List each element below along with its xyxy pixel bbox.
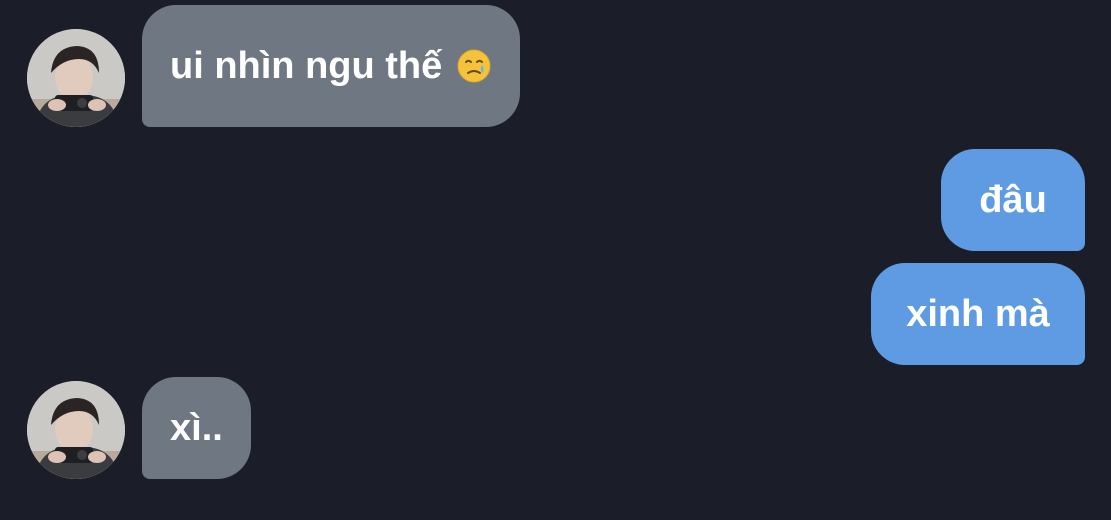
avatar-photo-icon	[27, 29, 125, 127]
message-text: xinh mà	[906, 293, 1050, 335]
contact-avatar[interactable]	[27, 29, 125, 127]
message-text: xì..	[170, 407, 223, 449]
outgoing-message-bubble[interactable]: đâu	[941, 149, 1085, 251]
incoming-message-bubble[interactable]: xì..	[142, 377, 251, 479]
message-text: ui nhìn ngu thế	[170, 45, 443, 87]
message-text: đâu	[979, 179, 1047, 221]
chat-thread: ui nhìn ngu thế đâu xinh mà xì..	[0, 0, 1111, 520]
smiling-face-with-tear-icon	[456, 48, 492, 84]
incoming-message-bubble[interactable]: ui nhìn ngu thế	[142, 5, 521, 127]
avatar-photo-icon	[27, 381, 125, 479]
outgoing-message-bubble[interactable]: xinh mà	[871, 263, 1085, 365]
contact-avatar[interactable]	[27, 381, 125, 479]
